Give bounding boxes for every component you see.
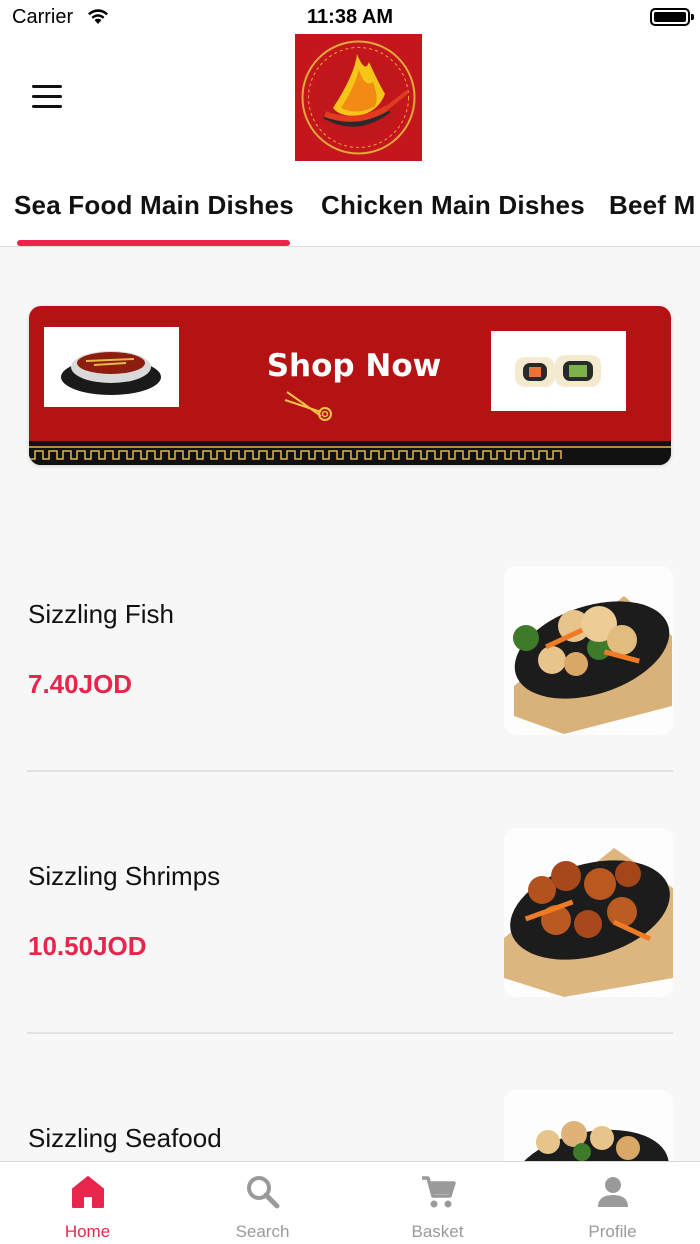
status-bar: Carrier 11:38 AM <box>0 0 700 34</box>
tab-beef-main-dishes[interactable]: Beef M <box>609 190 695 221</box>
nav-basket[interactable]: Basket <box>350 1162 525 1244</box>
nav-home[interactable]: Home <box>0 1162 175 1244</box>
app-header <box>0 34 700 166</box>
menu-item[interactable]: Sizzling Seafood <box>0 1090 700 1161</box>
sizzling-shrimps-image <box>504 828 673 997</box>
search-icon <box>245 1174 281 1210</box>
banner-pattern-border <box>29 441 671 465</box>
tab-chicken-main-dishes[interactable]: Chicken Main Dishes <box>321 190 585 221</box>
bottom-nav-bar: Home Search Basket Profile <box>0 1161 700 1244</box>
banner-text: Shop Now <box>266 348 442 384</box>
item-divider <box>27 770 673 772</box>
item-name: Sizzling Seafood <box>28 1123 222 1153</box>
nav-search[interactable]: Search <box>175 1162 350 1244</box>
sushi-roll-image <box>491 331 626 411</box>
item-name: Sizzling Shrimps <box>28 861 221 891</box>
cart-icon <box>420 1174 456 1210</box>
nav-label: Profile <box>588 1222 637 1241</box>
person-icon <box>595 1174 631 1210</box>
category-tabs: Sea Food Main Dishes Chicken Main Dishes… <box>0 166 700 247</box>
restaurant-logo <box>295 34 422 161</box>
sizzling-fish-image <box>504 566 673 735</box>
home-icon <box>70 1174 106 1210</box>
active-tab-indicator <box>17 240 290 246</box>
nav-label: Basket <box>411 1222 464 1241</box>
hamburger-menu-icon[interactable] <box>30 84 64 110</box>
soup-bowl-image <box>44 327 179 407</box>
nav-profile[interactable]: Profile <box>525 1162 700 1244</box>
tab-sea-food-main-dishes[interactable]: Sea Food Main Dishes <box>14 190 294 221</box>
nav-label: Home <box>64 1222 111 1241</box>
nav-label: Search <box>235 1222 290 1241</box>
item-divider <box>27 1032 673 1034</box>
item-name: Sizzling Fish <box>28 599 174 629</box>
item-price: 7.40JOD <box>28 669 133 699</box>
sizzling-seafood-image <box>504 1090 673 1161</box>
clock: 11:38 AM <box>307 6 393 28</box>
shop-now-banner[interactable]: Shop Now <box>29 306 671 465</box>
item-price: 10.50JOD <box>28 931 147 961</box>
menu-item[interactable]: Sizzling Shrimps 10.50JOD <box>0 828 700 998</box>
menu-item[interactable]: Sizzling Fish 7.40JOD <box>0 566 700 736</box>
app-screen: Carrier 11:38 AM Sea Food Main Dishes Ch… <box>0 0 700 1244</box>
chopsticks-icon <box>283 388 335 427</box>
battery-icon <box>650 8 694 26</box>
